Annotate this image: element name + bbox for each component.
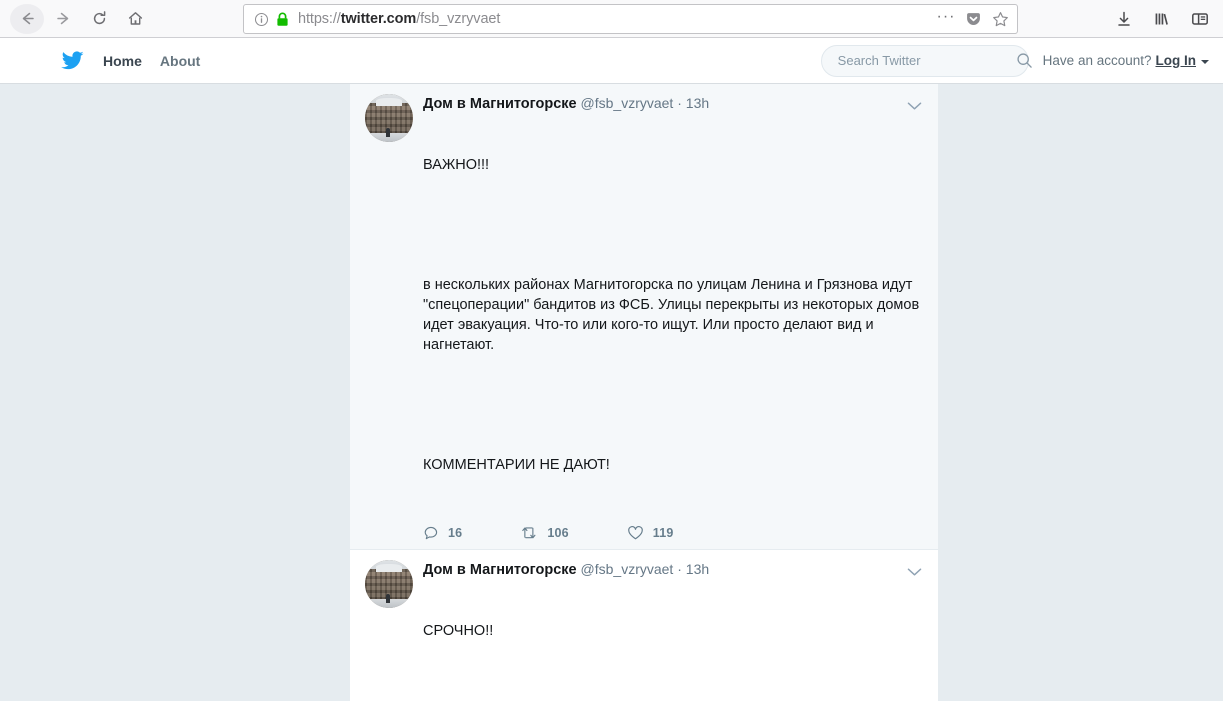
tweet-spacer xyxy=(423,395,923,415)
avatar-roof xyxy=(375,97,403,106)
search-box[interactable] xyxy=(820,44,1032,77)
url-bar[interactable]: https://twitter.com/fsb_vzryvaet ··· xyxy=(243,4,1018,34)
tweet-item[interactable]: Дом в Магнитогорске @fsb_vzryvaet · 13h … xyxy=(350,84,938,550)
url-text[interactable]: https://twitter.com/fsb_vzryvaet xyxy=(298,11,929,27)
separator-dot: · xyxy=(677,95,682,111)
tweet-item[interactable]: Дом в Магнитогорске @fsb_vzryvaet · 13h … xyxy=(350,550,938,702)
sidebar-icon xyxy=(1192,13,1208,25)
heart-icon xyxy=(627,525,644,541)
tweet-timestamp[interactable]: 13h xyxy=(686,561,709,577)
author-name[interactable]: Дом в Магнитогорске xyxy=(423,562,577,578)
pocket-icon[interactable] xyxy=(962,8,984,30)
navigation-buttons xyxy=(10,3,152,34)
tweet-paragraph: в нескольких районах Магнитогорска по ул… xyxy=(423,277,924,353)
chevron-down-icon[interactable] xyxy=(1201,59,1209,64)
avatar-person xyxy=(386,128,391,138)
library-icon xyxy=(1155,13,1168,25)
avatar-person xyxy=(386,594,391,604)
tweet-footer-line: КОММЕНТАРИИ НЕ ДАЮТ! xyxy=(423,457,610,473)
toolbar-right-buttons xyxy=(1109,0,1215,38)
tweet-header: Дом в Магнитогорске @fsb_vzryvaet · 13h xyxy=(423,560,923,580)
separator-dot: · xyxy=(677,561,682,577)
search-input[interactable] xyxy=(835,52,1016,69)
reply-count: 16 xyxy=(448,526,463,540)
tweet-actions: 16 106 119 xyxy=(423,525,923,541)
tweet-menu-caret-icon[interactable] xyxy=(904,562,924,582)
login-button[interactable]: Log In xyxy=(1156,53,1197,68)
page-background: Дом в Магнитогорске @fsb_vzryvaet · 13h … xyxy=(0,84,1223,702)
search-icon[interactable] xyxy=(1016,52,1033,69)
downloads-button[interactable] xyxy=(1109,4,1139,34)
tweet-body: СРОЧНО!! По улице Сталеваров пронеслось … xyxy=(423,581,923,702)
page-info-icon[interactable] xyxy=(254,12,269,27)
author-handle[interactable]: @fsb_vzryvaet xyxy=(581,561,674,577)
twitter-bird-icon[interactable] xyxy=(61,49,85,73)
home-icon xyxy=(128,12,142,25)
tweet-header: Дом в Магнитогорске @fsb_vzryvaet · 13h xyxy=(423,94,923,114)
sidebar-button[interactable] xyxy=(1185,4,1215,34)
reply-action[interactable]: 16 xyxy=(423,525,462,541)
reload-icon xyxy=(93,11,105,25)
retweet-icon xyxy=(520,525,538,541)
tweet-headline: ВАЖНО!!! xyxy=(423,157,490,173)
back-button[interactable] xyxy=(10,3,44,34)
downloads-icon xyxy=(1118,11,1130,26)
nav-right-group: Have an account? Log In xyxy=(820,44,1209,77)
tweet-timeline: Дом в Магнитогорске @fsb_vzryvaet · 13h … xyxy=(349,84,939,702)
tweet-body: ВАЖНО!!! в нескольких районах Магнитогор… xyxy=(423,115,923,515)
lock-icon[interactable] xyxy=(276,12,289,27)
twitter-top-nav: Home About Have an account? Log In xyxy=(0,38,1223,84)
like-count: 119 xyxy=(652,526,674,540)
forward-button[interactable] xyxy=(46,4,80,34)
nav-item-about[interactable]: About xyxy=(160,53,200,69)
url-domain: twitter.com xyxy=(340,11,417,27)
tweet-headline: СРОЧНО!! xyxy=(423,623,494,639)
url-bar-actions: ··· xyxy=(935,8,1011,30)
tweet-spacer xyxy=(423,681,923,701)
account-area: Have an account? Log In xyxy=(1043,53,1209,68)
page-actions-icon[interactable]: ··· xyxy=(935,8,957,30)
avatar-roof xyxy=(375,563,403,572)
author-handle[interactable]: @fsb_vzryvaet xyxy=(581,95,674,111)
nav-item-home[interactable]: Home xyxy=(103,53,142,69)
author-name[interactable]: Дом в Магнитогорске xyxy=(423,96,577,112)
retweet-count: 106 xyxy=(547,526,569,540)
avatar[interactable] xyxy=(365,560,413,608)
nav-left-group: Home About xyxy=(61,49,200,73)
browser-toolbar: https://twitter.com/fsb_vzryvaet ··· xyxy=(0,0,1223,38)
avatar[interactable] xyxy=(365,94,413,142)
bookmark-star-icon[interactable] xyxy=(989,8,1011,30)
tweet-menu-caret-icon[interactable] xyxy=(904,96,924,116)
url-path: /fsb_vzryvaet xyxy=(416,11,501,27)
library-button[interactable] xyxy=(1147,4,1177,34)
reply-icon xyxy=(423,525,439,541)
url-scheme: https:// xyxy=(298,11,341,27)
tweet-spacer xyxy=(423,215,923,235)
forward-arrow-icon xyxy=(56,12,68,25)
reload-button[interactable] xyxy=(82,4,116,34)
tweet-timestamp[interactable]: 13h xyxy=(686,95,709,111)
url-bar-container: https://twitter.com/fsb_vzryvaet ··· xyxy=(243,4,1018,34)
retweet-action[interactable]: 106 xyxy=(520,525,569,541)
like-action[interactable]: 119 xyxy=(627,525,674,541)
home-button[interactable] xyxy=(118,4,152,34)
back-arrow-icon xyxy=(22,12,34,25)
account-prompt: Have an account? xyxy=(1042,53,1152,68)
